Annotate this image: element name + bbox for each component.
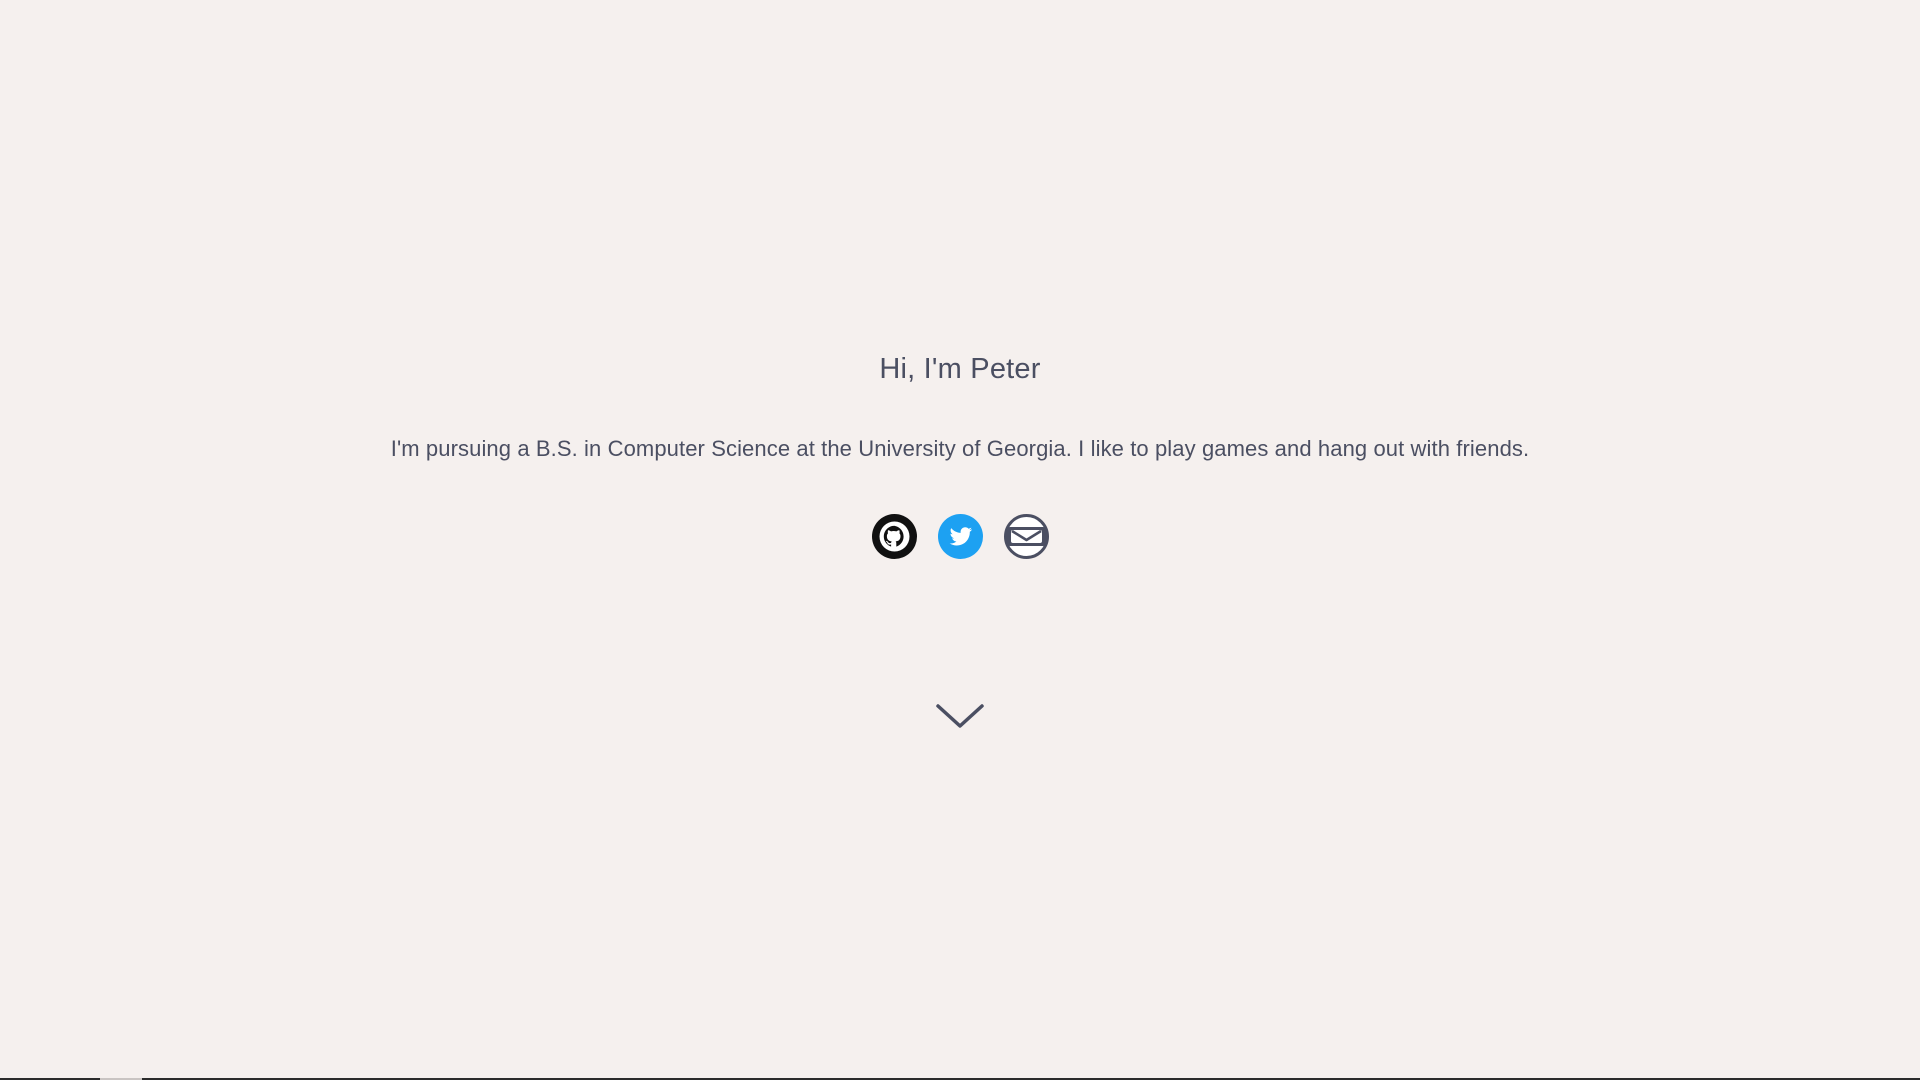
github-link[interactable]: [871, 514, 917, 559]
scroll-down-button[interactable]: [935, 702, 985, 732]
twitter-icon: [937, 514, 983, 559]
email-icon: [1003, 514, 1049, 559]
social-links: [0, 514, 1920, 560]
github-icon: [871, 514, 917, 559]
greeting-heading: Hi, I'm Peter: [879, 353, 1041, 385]
twitter-link[interactable]: [937, 514, 983, 559]
hero-section: Hi, I'm Peter I'm pursuing a B.S. in Com…: [0, 0, 1920, 1080]
email-link[interactable]: [1003, 514, 1049, 559]
chevron-down-icon: [936, 704, 984, 728]
bio-text: I'm pursuing a B.S. in Computer Science …: [390, 436, 1530, 461]
